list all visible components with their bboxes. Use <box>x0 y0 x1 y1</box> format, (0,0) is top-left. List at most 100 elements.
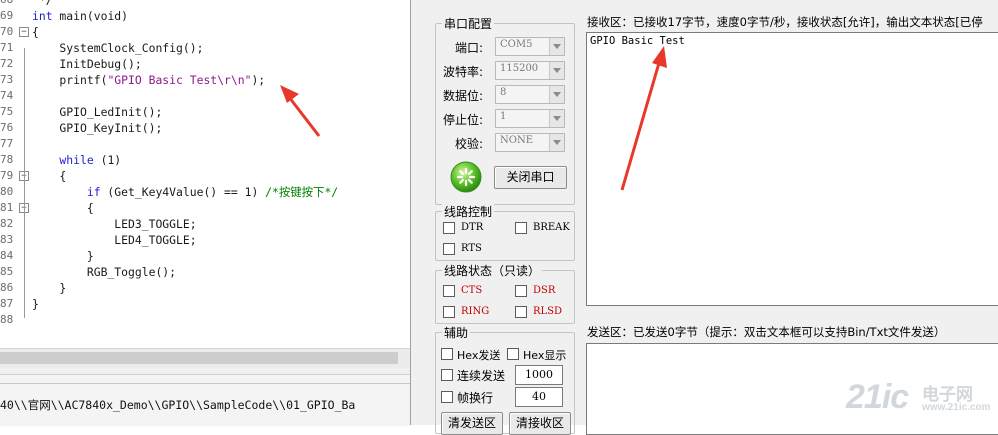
code-line[interactable]: 80 if (Get_Key4Value() == 1) /*按键按下*/ <box>0 184 410 200</box>
baud-value: 115200 <box>500 63 539 74</box>
hex-send-checkbox[interactable] <box>441 348 453 360</box>
databits-select[interactable]: 8 <box>495 85 565 104</box>
line-number: 84 <box>0 249 14 262</box>
send-area-title: 发送区：已发送0字节（提示：双击文本框可以支持Bin/Txt文件发送） <box>587 325 946 339</box>
chevron-down-icon[interactable] <box>549 38 564 55</box>
receive-content: GPIO Basic Test <box>590 35 685 47</box>
code-line[interactable]: 74 <box>0 88 410 104</box>
frame-newline-label: 帧换行 <box>457 391 494 405</box>
receive-textbox[interactable]: GPIO Basic Test <box>586 32 998 306</box>
code-text: GPIO_LedInit(); <box>32 105 163 119</box>
hex-send-label: Hex发送 <box>457 349 501 362</box>
code-line[interactable]: 82 LED3_TOGGLE; <box>0 216 410 232</box>
code-line[interactable]: 84 } <box>0 248 410 264</box>
line-number: 81 <box>0 201 14 214</box>
line-number: 82 <box>0 217 14 230</box>
code-line[interactable]: 75 GPIO_LedInit(); <box>0 104 410 120</box>
line-number: 72 <box>0 57 14 70</box>
code-text: LED3_TOGGLE; <box>32 217 197 231</box>
databits-label: 数据位: <box>443 89 484 103</box>
line-number: 78 <box>0 153 14 166</box>
code-text: } <box>32 249 94 263</box>
stopbits-label: 停止位: <box>443 113 484 127</box>
line-number: 73 <box>0 73 14 86</box>
clear-send-button[interactable]: 清发送区 <box>441 412 503 435</box>
hex-display-label: Hex显示 <box>523 349 567 362</box>
continuous-interval-input[interactable]: 1000 <box>515 365 563 385</box>
code-line[interactable]: 85 RGB_Toggle(); <box>0 264 410 280</box>
continuous-send-checkbox[interactable] <box>441 369 453 381</box>
code-text: if (Get_Key4Value() == 1) /*按键按下*/ <box>32 185 339 199</box>
code-text: { <box>32 201 94 215</box>
port-select[interactable]: COM5 <box>495 37 565 56</box>
dtr-checkbox[interactable] <box>443 222 455 234</box>
code-line[interactable]: 72 InitDebug(); <box>0 56 410 72</box>
dtr-label: DTR <box>461 222 484 233</box>
close-port-button[interactable]: 关闭串口 <box>494 166 567 189</box>
hex-display-checkbox[interactable] <box>507 348 519 360</box>
line-number: 83 <box>0 233 14 246</box>
group-title: 线路控制 <box>442 203 495 220</box>
scrollbar-thumb[interactable] <box>0 352 398 364</box>
code-line[interactable]: 83 LED4_TOGGLE; <box>0 232 410 248</box>
stopbits-select[interactable]: 1 <box>495 109 565 128</box>
port-label: 端口: <box>455 41 484 55</box>
line-number: 79 <box>0 169 14 182</box>
parity-value: NONE <box>500 135 533 146</box>
code-line[interactable]: 68 */ <box>0 0 410 8</box>
group-title: 辅助 <box>442 324 471 341</box>
continuous-send-label: 连续发送 <box>457 369 506 383</box>
code-line[interactable]: 79− { <box>0 168 410 184</box>
code-line[interactable]: 87} <box>0 296 410 312</box>
file-path-text: 40\\官网\\AC7840x_Demo\\GPIO\\SampleCode\\… <box>0 398 356 412</box>
clear-receive-button[interactable]: 清接收区 <box>509 412 571 435</box>
fold-guide <box>24 48 25 318</box>
line-number: 74 <box>0 89 14 102</box>
fold-toggle-icon[interactable]: − <box>19 27 29 37</box>
code-text: SystemClock_Config(); <box>32 41 204 55</box>
code-line[interactable]: 73 printf("GPIO Basic Test\r\n"); <box>0 72 410 88</box>
code-text: */ <box>32 0 53 7</box>
ring-indicator <box>443 306 455 318</box>
code-keyword: while <box>32 153 94 167</box>
parity-select[interactable]: NONE <box>495 133 565 152</box>
frame-newline-checkbox[interactable] <box>441 391 453 403</box>
chevron-down-icon[interactable] <box>549 110 564 127</box>
code-line[interactable]: 86 } <box>0 280 410 296</box>
rlsd-indicator <box>515 306 527 318</box>
chevron-down-icon[interactable] <box>549 62 564 79</box>
code-text: while (1) <box>32 153 122 167</box>
code-line[interactable]: 81− { <box>0 200 410 216</box>
code-line[interactable]: 78 while (1) <box>0 152 410 168</box>
line-number: 71 <box>0 41 14 54</box>
watermark-text-domain: www.21ic.com <box>922 402 991 413</box>
frame-newline-input[interactable]: 40 <box>515 387 563 407</box>
group-title: 串口配置 <box>442 15 495 32</box>
code-text: RGB_Toggle(); <box>32 265 177 279</box>
baud-select[interactable]: 115200 <box>495 61 565 80</box>
watermark-text-main: 21ic <box>846 378 909 416</box>
rts-checkbox[interactable] <box>443 243 455 255</box>
rlsd-label: RLSD <box>533 306 563 317</box>
code-editor[interactable]: 68 */69int main(void)70−{71 SystemClock_… <box>0 0 410 348</box>
watermark-logo: 21ic 电子网 www.21ic.com <box>846 378 996 424</box>
code-line[interactable]: 69 int main(void) <box>0 8 410 24</box>
code-text: { <box>32 169 67 183</box>
build-output-path-bar: 40\\官网\\AC7840x_Demo\\GPIO\\SampleCode\\… <box>0 374 410 426</box>
port-open-status-icon[interactable] <box>449 160 483 194</box>
code-line[interactable]: 70−{ <box>0 24 410 40</box>
line-number: 69 <box>0 9 14 22</box>
parity-label: 校验: <box>455 137 484 151</box>
code-line[interactable]: 88 <box>0 312 410 328</box>
code-line[interactable]: 71 SystemClock_Config(); <box>0 40 410 56</box>
receive-area-title: 接收区：已接收17字节，速度0字节/秒，接收状态[允许]，输出文本状态[已停 <box>587 15 983 29</box>
editor-horizontal-scrollbar[interactable] <box>0 348 410 369</box>
code-line[interactable]: 76 GPIO_KeyInit(); <box>0 120 410 136</box>
line-number: 68 <box>0 0 16 8</box>
chevron-down-icon[interactable] <box>549 86 564 103</box>
dsr-indicator <box>515 285 527 297</box>
break-checkbox[interactable] <box>515 222 527 234</box>
code-line[interactable]: 77 <box>0 136 410 152</box>
line-number: 88 <box>0 313 14 326</box>
chevron-down-icon[interactable] <box>549 134 564 151</box>
